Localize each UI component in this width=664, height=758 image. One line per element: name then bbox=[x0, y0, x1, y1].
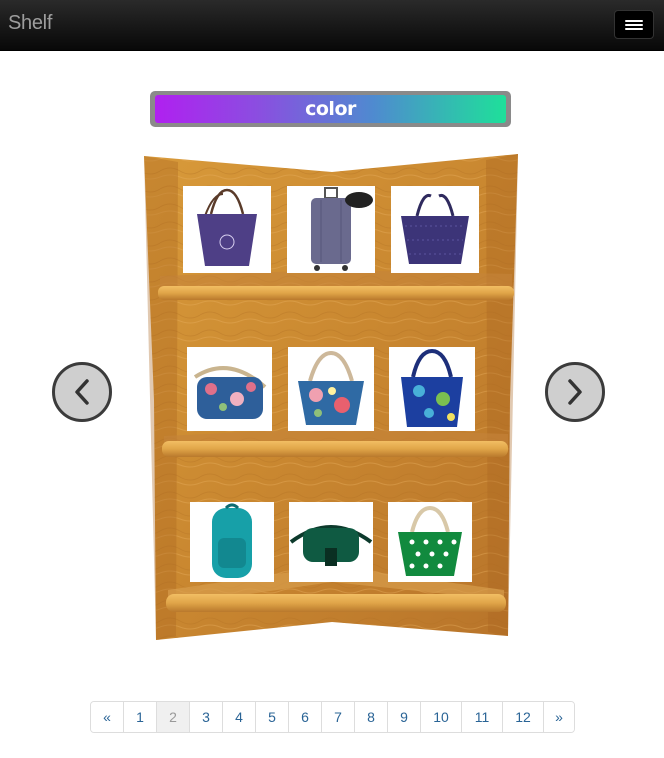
purple-tote-bag-icon bbox=[197, 188, 257, 266]
page-next-link[interactable]: » bbox=[543, 702, 574, 732]
page-link-9[interactable]: 9 bbox=[387, 702, 420, 732]
page-link-7[interactable]: 7 bbox=[321, 702, 354, 732]
backpack-icon bbox=[212, 503, 252, 578]
dotted-bag-icon bbox=[401, 193, 469, 264]
product-floral-handbag[interactable] bbox=[288, 347, 374, 431]
page-link-4[interactable]: 4 bbox=[222, 702, 255, 732]
pagination: « 1 2 3 4 5 6 7 8 9 10 11 12 » bbox=[90, 701, 575, 733]
product-floral-shoulder-bag[interactable] bbox=[187, 347, 272, 431]
product-teal-backpack[interactable] bbox=[190, 502, 274, 582]
floral-handbag-icon bbox=[298, 350, 364, 425]
page-link-6[interactable]: 6 bbox=[288, 702, 321, 732]
page-link-12[interactable]: 12 bbox=[502, 702, 543, 732]
page-link-1[interactable]: 1 bbox=[123, 702, 156, 732]
product-green-waist-bag[interactable] bbox=[289, 502, 373, 582]
product-purple-suitcase[interactable] bbox=[287, 186, 375, 273]
next-shelf-button[interactable] bbox=[545, 362, 605, 422]
suitcase-icon bbox=[311, 187, 373, 271]
waist-bag-icon bbox=[289, 525, 373, 566]
page-prev-link[interactable]: « bbox=[91, 702, 123, 732]
floral-shoulder-bag-icon bbox=[193, 366, 267, 419]
product-green-dotted-bag[interactable] bbox=[388, 502, 472, 582]
paisley-tote-icon bbox=[401, 348, 463, 427]
product-blue-paisley-tote[interactable] bbox=[389, 347, 475, 431]
green-dotted-bag-icon bbox=[398, 505, 462, 576]
page-link-11[interactable]: 11 bbox=[461, 702, 502, 732]
page-link-8[interactable]: 8 bbox=[354, 702, 387, 732]
chevron-left-icon bbox=[75, 379, 89, 405]
page-link-2-active[interactable]: 2 bbox=[156, 702, 189, 732]
prev-shelf-button[interactable] bbox=[52, 362, 112, 422]
product-purple-tote-bag[interactable] bbox=[183, 186, 271, 273]
page-link-3[interactable]: 3 bbox=[189, 702, 222, 732]
chevron-right-icon bbox=[568, 379, 582, 405]
page-link-5[interactable]: 5 bbox=[255, 702, 288, 732]
product-purple-dotted-bag[interactable] bbox=[391, 186, 479, 273]
page-link-10[interactable]: 10 bbox=[420, 702, 461, 732]
shelf bbox=[0, 0, 664, 700]
